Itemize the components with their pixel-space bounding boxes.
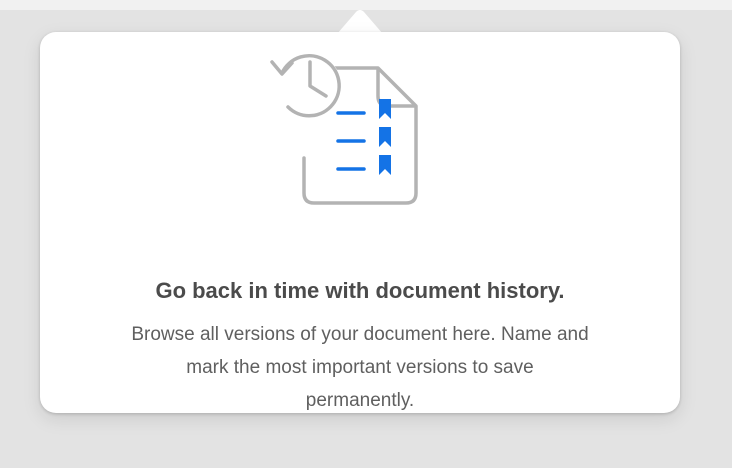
popover-arrow bbox=[337, 10, 383, 34]
popover-title: Go back in time with document history. bbox=[155, 278, 565, 303]
document-history-popover: Go back in time with document history. B… bbox=[40, 32, 680, 413]
document-history-icon bbox=[270, 54, 418, 205]
popover-description: Browse all versions of your document her… bbox=[131, 324, 589, 411]
